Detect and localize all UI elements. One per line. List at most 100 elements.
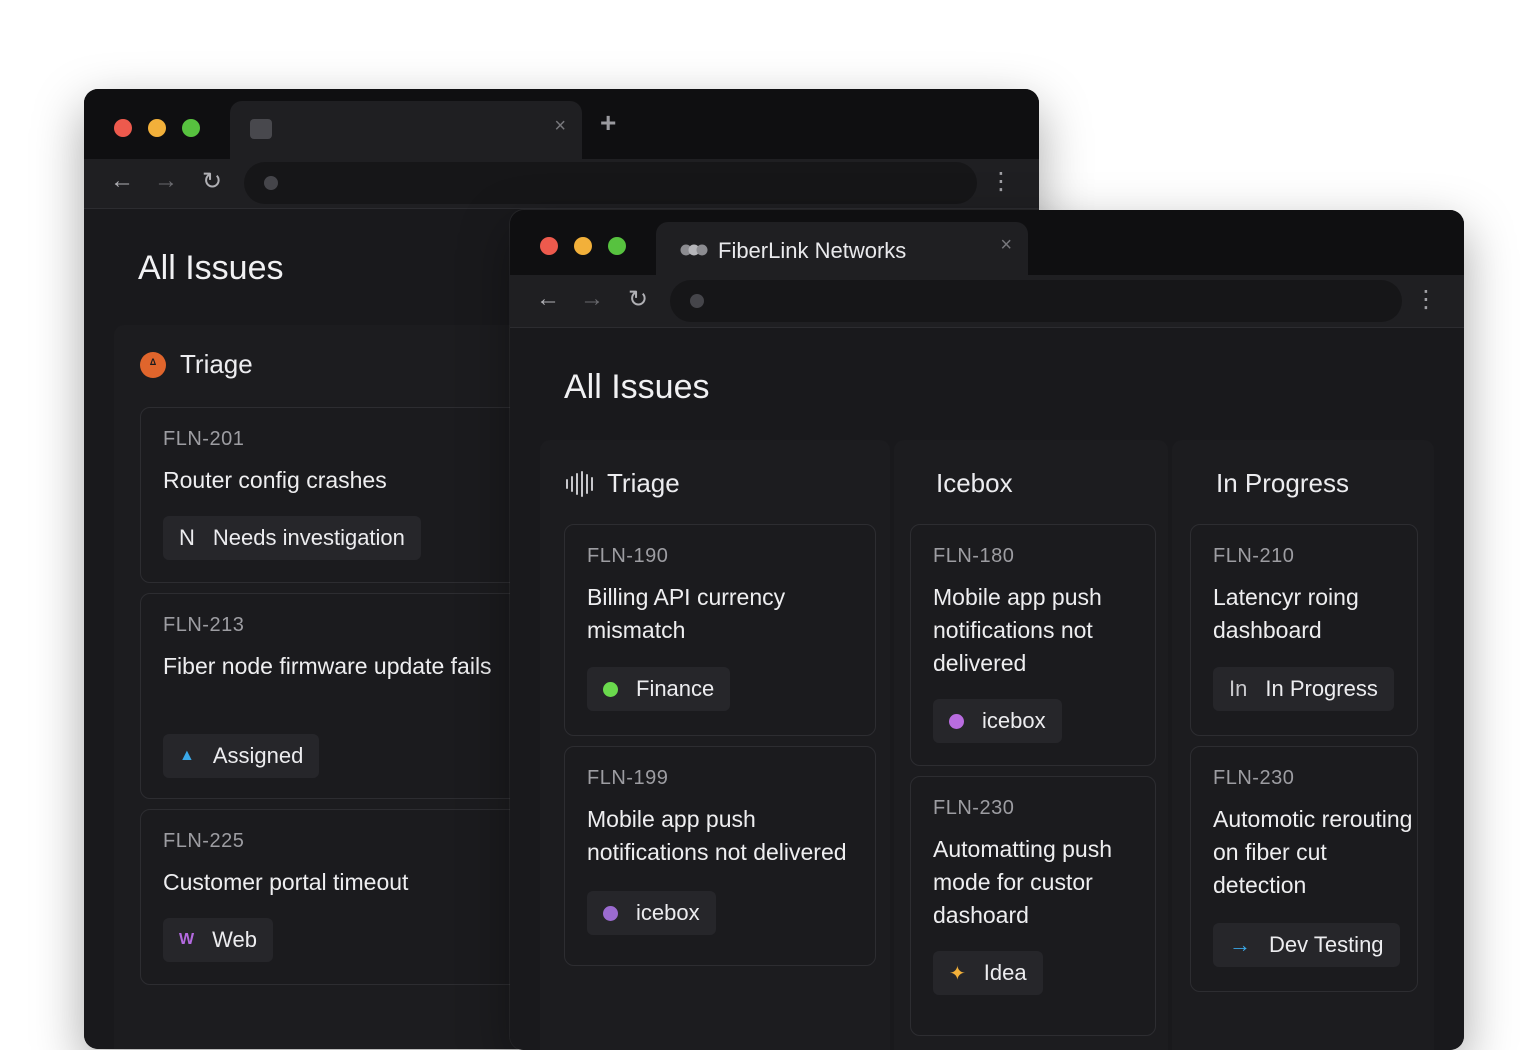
- web-icon: W: [179, 931, 195, 948]
- in-progress-column: In Progress FLN-210 Latencyr roing dashb…: [1172, 440, 1434, 1050]
- status-badge[interactable]: In In Progress: [1213, 667, 1394, 711]
- status-badge[interactable]: N Needs investigation: [163, 516, 421, 560]
- issue-title: Automatting push mode for custor dashoar…: [933, 836, 1113, 928]
- minimize-window-button[interactable]: [574, 237, 592, 255]
- new-tab-button[interactable]: +: [600, 107, 616, 139]
- label-badge[interactable]: icebox: [587, 891, 716, 935]
- column-title: Triage: [180, 349, 253, 379]
- triage-column: Triage FLN-190 Billing API currency mism…: [540, 440, 890, 1050]
- triage-column: ᐞ Triage FLN-201 Router config crashes N…: [114, 325, 540, 1049]
- issue-card[interactable]: FLN-230 Automatting push mode for custor…: [910, 776, 1156, 1036]
- label-badge[interactable]: icebox: [933, 699, 1062, 743]
- reload-icon[interactable]: ↻: [202, 167, 222, 196]
- issue-title: Latencyr roing dashboard: [1213, 584, 1359, 643]
- issue-card[interactable]: FLN-190 Billing API currency mismatch Fi…: [564, 524, 876, 736]
- issue-card[interactable]: FLN-199 Mobile app push notifications no…: [564, 746, 876, 966]
- issue-title: Customer portal timeout: [163, 869, 409, 895]
- close-window-button[interactable]: [540, 237, 558, 255]
- forward-arrow-icon[interactable]: →: [580, 285, 604, 313]
- icebox-column: Icebox FLN-180 Mobile app push notificat…: [894, 440, 1168, 1050]
- column-header: In Progress: [1216, 468, 1349, 499]
- issue-id: FLN-190: [587, 545, 669, 567]
- browser-menu-icon[interactable]: ⋮: [1414, 285, 1438, 314]
- issue-id: FLN-230: [1213, 767, 1295, 789]
- column-title: Icebox: [936, 468, 1013, 498]
- arrow-right-icon: →: [1229, 932, 1251, 957]
- badge-label: Idea: [983, 960, 1027, 985]
- site-info-icon[interactable]: [264, 176, 278, 190]
- finance-dot-icon: [603, 681, 618, 697]
- tab-close-icon[interactable]: ×: [1000, 234, 1012, 257]
- status-badge[interactable]: ▲ Assigned: [163, 734, 320, 778]
- issue-id: FLN-210: [1213, 545, 1295, 567]
- issue-card[interactable]: FLN-180 Mobile app push notifications no…: [910, 524, 1156, 766]
- badge-label: icebox: [636, 900, 700, 925]
- back-arrow-icon[interactable]: ←: [536, 285, 560, 313]
- badge-label: In Progress: [1265, 676, 1378, 701]
- tab-favicon-icon: [250, 119, 272, 139]
- issue-title: Fiber node firmware update fails: [163, 653, 492, 679]
- idea-star-icon: ✦: [949, 962, 966, 985]
- badge-label: Dev Testing: [1269, 932, 1384, 957]
- address-bar[interactable]: [244, 162, 977, 204]
- navigation-bar: ← → ↻ ⋮: [510, 275, 1464, 328]
- title-bar: FiberLink Networks ×: [510, 210, 1464, 278]
- issue-card[interactable]: FLN-230 Automotic rerouting on fiber cut…: [1190, 746, 1418, 992]
- issue-id: FLN-230: [933, 797, 1015, 819]
- forward-arrow-icon[interactable]: →: [154, 167, 178, 195]
- navigation-bar: ← → ↻ ⋮: [84, 159, 1039, 209]
- badge-label: Web: [212, 927, 257, 952]
- page-title: All Issues: [138, 249, 284, 287]
- icebox-dot-icon: [603, 905, 618, 921]
- issue-id: FLN-201: [163, 428, 245, 450]
- tab-title: FiberLink Networks: [718, 238, 907, 263]
- status-badge[interactable]: → Dev Testing: [1213, 923, 1400, 967]
- fiberlink-logo-icon: [680, 244, 708, 256]
- page-title: All Issues: [564, 368, 710, 406]
- badge-label: Needs investigation: [212, 525, 405, 550]
- back-arrow-icon[interactable]: ←: [110, 167, 134, 195]
- column-header: Icebox: [936, 468, 1013, 499]
- badge-label: Assigned: [212, 743, 304, 768]
- issue-title: Billing API currency mismatch: [587, 584, 786, 643]
- issue-title: Mobile app push notifications not delive…: [587, 806, 847, 865]
- issue-title: Mobile app push notifications not delive…: [933, 584, 1102, 676]
- close-window-button[interactable]: [114, 119, 132, 137]
- tab-close-icon[interactable]: ×: [554, 115, 566, 138]
- browser-tab-active[interactable]: FiberLink Networks ×: [656, 222, 1028, 278]
- site-info-icon[interactable]: [690, 294, 704, 308]
- column-title: Triage: [607, 468, 680, 498]
- issue-card[interactable]: FLN-201 Router config crashes N Needs in…: [140, 407, 540, 583]
- needs-investigation-icon: N: [179, 525, 195, 550]
- column-title: In Progress: [1216, 468, 1349, 498]
- badge-label: Finance: [636, 676, 715, 701]
- label-badge[interactable]: W Web: [163, 918, 273, 962]
- issue-card[interactable]: FLN-210 Latencyr roing dashboard In In P…: [1190, 524, 1418, 736]
- issue-id: FLN-225: [163, 830, 245, 852]
- issue-title: Router config crashes: [163, 467, 387, 493]
- icebox-dot-icon: [949, 713, 964, 729]
- triage-icon: ᐞ: [140, 351, 166, 378]
- badge-label: icebox: [982, 708, 1046, 733]
- assigned-icon: ▲: [179, 747, 195, 764]
- window-controls: [540, 237, 626, 255]
- browser-tab[interactable]: ×: [230, 101, 582, 163]
- column-header: Triage: [566, 468, 680, 499]
- label-badge[interactable]: ✦ Idea: [933, 951, 1043, 995]
- issue-id: FLN-180: [933, 545, 1015, 567]
- issue-card[interactable]: FLN-213 Fiber node firmware update fails…: [140, 593, 540, 799]
- minimize-window-button[interactable]: [148, 119, 166, 137]
- window-controls: [114, 119, 200, 137]
- reload-icon[interactable]: ↻: [628, 285, 648, 314]
- label-badge[interactable]: Finance: [587, 667, 731, 711]
- address-bar[interactable]: [670, 280, 1402, 322]
- issue-card[interactable]: FLN-225 Customer portal timeout W Web: [140, 809, 540, 985]
- browser-menu-icon[interactable]: ⋮: [989, 167, 1013, 196]
- column-header: ᐞ Triage: [140, 349, 253, 380]
- triage-bars-icon: [566, 470, 593, 497]
- maximize-window-button[interactable]: [608, 237, 626, 255]
- issue-title: Automotic rerouting on fiber cut detecti…: [1213, 806, 1413, 898]
- issue-id: FLN-213: [163, 614, 245, 636]
- page-content: All Issues Triage FLN-190 Billing API cu…: [510, 328, 1464, 1050]
- maximize-window-button[interactable]: [182, 119, 200, 137]
